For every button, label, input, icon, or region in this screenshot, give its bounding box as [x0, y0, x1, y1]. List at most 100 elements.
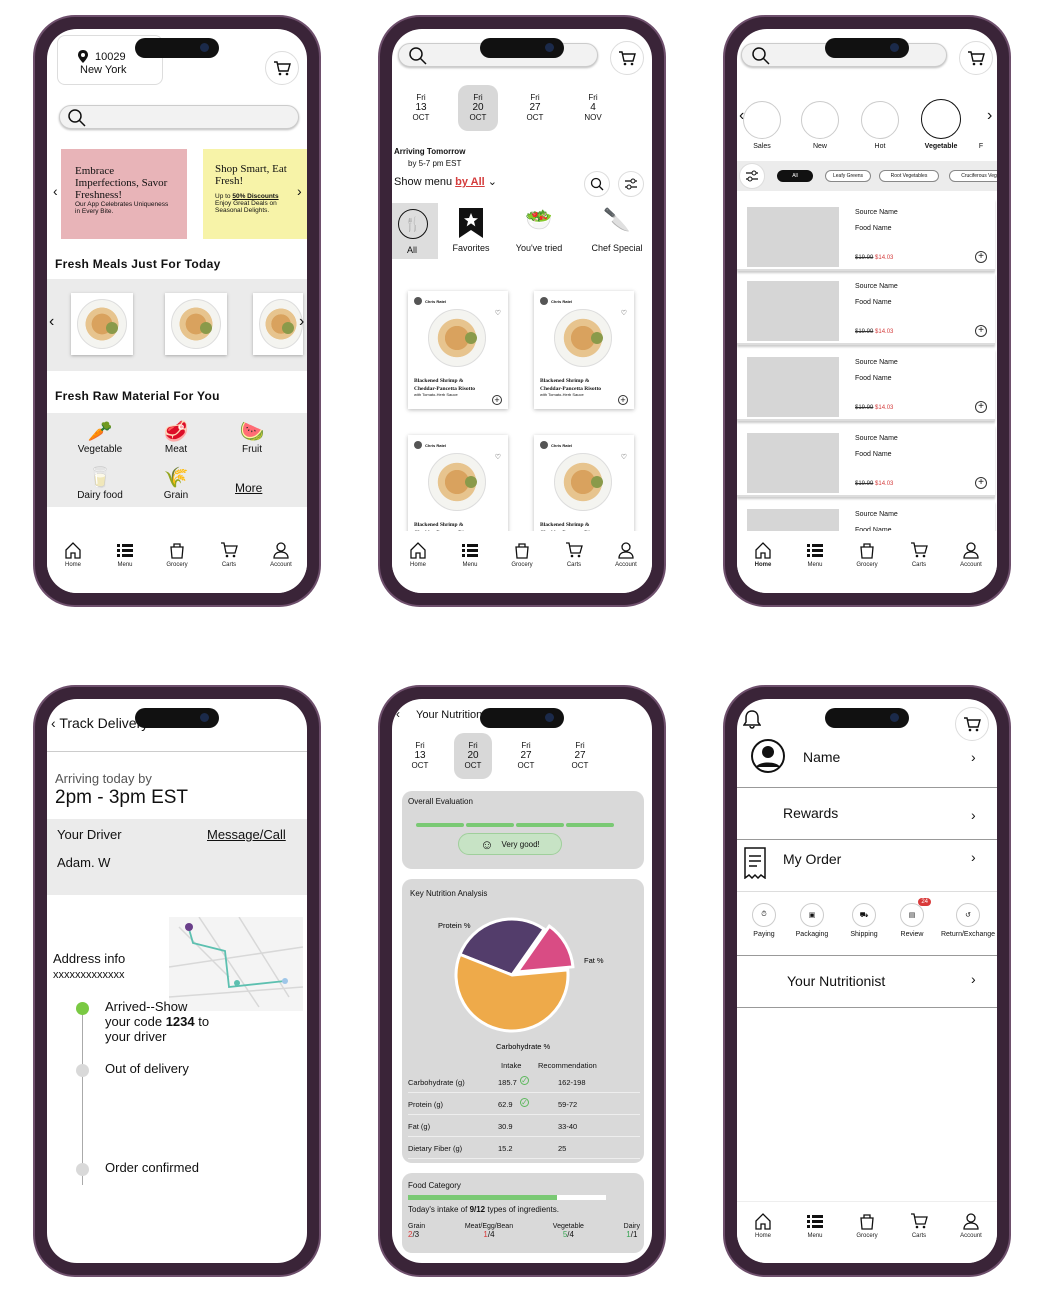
- nav-grocery[interactable]: Grocery: [845, 541, 889, 568]
- add-icon[interactable]: +: [975, 477, 987, 489]
- service-review[interactable]: ▤ 24 Review: [887, 898, 937, 938]
- date-option[interactable]: Fri 27 OCT: [554, 733, 606, 779]
- nutritionist-row[interactable]: Your Nutritionist ›: [737, 969, 997, 1005]
- meal-thumb[interactable]: [165, 293, 227, 355]
- date-option-selected[interactable]: Fri 20 OCT: [454, 733, 492, 779]
- nav-account[interactable]: Account: [949, 541, 993, 568]
- category-meat[interactable]: 🥩 Meat: [143, 419, 209, 455]
- meal-card[interactable]: Chris Ratel ♡ Blackened Shrimp &Cheddar-Pa…: [534, 291, 634, 409]
- filter-button[interactable]: [739, 163, 765, 189]
- search-input[interactable]: [59, 105, 299, 129]
- nav-grocery[interactable]: Grocery: [500, 541, 544, 568]
- nav-grocery[interactable]: Grocery: [845, 1212, 889, 1239]
- add-icon[interactable]: +: [492, 395, 502, 405]
- category-circle-hot[interactable]: [861, 101, 899, 139]
- category-circle-new[interactable]: [801, 101, 839, 139]
- heart-icon[interactable]: ♡: [495, 453, 501, 461]
- more-link[interactable]: More: [235, 481, 262, 495]
- back-button[interactable]: ‹ Track Delivery: [51, 715, 148, 731]
- heart-icon[interactable]: ♡: [495, 309, 501, 317]
- pickup-code: 1234: [165, 1014, 195, 1029]
- category-fruit[interactable]: 🍉 Fruit: [219, 419, 285, 455]
- chip-root-vegetables[interactable]: Root Vegetables: [879, 170, 939, 182]
- chevron-right-icon[interactable]: ›: [297, 183, 302, 199]
- nav-grocery[interactable]: Grocery: [155, 541, 199, 568]
- cart-button[interactable]: [955, 707, 989, 741]
- chip-cruciferous[interactable]: Cruciferous Veg: [949, 170, 997, 182]
- add-icon[interactable]: +: [618, 395, 628, 405]
- map-thumbnail[interactable]: [169, 917, 303, 1011]
- add-icon[interactable]: +: [975, 251, 987, 263]
- nav-home[interactable]: Home: [51, 541, 95, 568]
- message-call-link[interactable]: Message/Call: [207, 827, 286, 842]
- chevron-left-icon[interactable]: ‹: [53, 183, 58, 199]
- service-packaging[interactable]: ▣ Packaging: [787, 903, 837, 938]
- show-menu-filter[interactable]: Show menu by All ⌄: [394, 175, 497, 188]
- date-month: OCT: [469, 113, 487, 122]
- nav-carts[interactable]: Carts: [207, 541, 251, 568]
- chevron-right-icon[interactable]: ›: [987, 107, 992, 125]
- nav-menu[interactable]: Menu: [448, 541, 492, 568]
- service-return[interactable]: ↺ Return/Exchange: [937, 903, 997, 938]
- pie-label: Fat %: [584, 956, 604, 965]
- product-row[interactable]: Source Name Food Name $19.99 $14.03 +: [737, 349, 995, 421]
- my-order-row[interactable]: My Order ›: [737, 847, 997, 887]
- heart-icon[interactable]: ♡: [621, 309, 627, 317]
- product-row[interactable]: Source Name Food Name $19.99 $14.03 +: [737, 199, 995, 271]
- nav-carts[interactable]: Carts: [897, 541, 941, 568]
- nav-menu[interactable]: Menu: [103, 541, 147, 568]
- nav-home[interactable]: Home: [741, 541, 785, 568]
- profile-row[interactable]: Name ›: [737, 739, 997, 787]
- tab-all[interactable]: 🍴 All: [392, 203, 438, 259]
- date-option[interactable]: Fri 27 OCT: [498, 733, 554, 779]
- category-dairy[interactable]: 🥛 Dairy food: [67, 465, 133, 501]
- nav-menu[interactable]: Menu: [793, 541, 837, 568]
- date-option[interactable]: Fri 13 OCT: [392, 733, 448, 779]
- heart-icon[interactable]: ♡: [621, 453, 627, 461]
- meal-thumb[interactable]: [71, 293, 133, 355]
- service-shipping[interactable]: ⛟ Shipping: [839, 903, 889, 938]
- nav-home[interactable]: Home: [396, 541, 440, 568]
- nav-carts[interactable]: Carts: [897, 1212, 941, 1239]
- banner-card-1[interactable]: Embrace Imperfections, Savor Freshness! …: [61, 149, 187, 239]
- date-option-selected[interactable]: Fri 20 OCT: [458, 85, 498, 131]
- nav-account[interactable]: Account: [604, 541, 648, 568]
- bell-icon[interactable]: [743, 709, 761, 729]
- search-button[interactable]: [584, 171, 610, 197]
- rewards-row[interactable]: Rewards ›: [737, 803, 997, 839]
- date-option[interactable]: Fri 4 NOV: [564, 85, 622, 131]
- product-row[interactable]: Source Name Food Name $19.99 $14.03 +: [737, 273, 995, 345]
- chip-leafy-greens[interactable]: Leafy Greens: [825, 170, 871, 182]
- add-icon[interactable]: +: [975, 325, 987, 337]
- nav-label: Grocery: [166, 562, 188, 568]
- chevron-right-icon[interactable]: ›: [299, 313, 304, 331]
- cart-button[interactable]: [610, 41, 644, 75]
- category-vegetable[interactable]: 🥕 Vegetable: [67, 419, 133, 455]
- category-grain[interactable]: 🌾 Grain: [143, 465, 209, 501]
- meal-card[interactable]: Chris Ratel ♡ Blackened Shrimp &Cheddar-Pa…: [408, 291, 508, 409]
- filter-button[interactable]: [618, 171, 644, 197]
- banner-card-2[interactable]: Shop Smart, Eat Fresh! Up to 50% Discoun…: [203, 149, 307, 239]
- tab-favorites[interactable]: Favorites: [444, 207, 498, 253]
- service-paying[interactable]: ⏱ Paying: [739, 903, 789, 938]
- nav-carts[interactable]: Carts: [552, 541, 596, 568]
- category-circle-sales[interactable]: [743, 101, 781, 139]
- chevron-left-icon[interactable]: ‹: [49, 313, 54, 331]
- back-button[interactable]: ‹: [396, 707, 400, 721]
- add-icon[interactable]: +: [975, 401, 987, 413]
- cart-icon: [274, 61, 291, 76]
- nav-account[interactable]: Account: [949, 1212, 993, 1239]
- chip-all[interactable]: All: [777, 170, 813, 182]
- tab-tried[interactable]: 🥗 You've tried: [502, 207, 576, 253]
- nav-menu[interactable]: Menu: [793, 1212, 837, 1239]
- cart-button[interactable]: [265, 51, 299, 85]
- meal-thumb[interactable]: [253, 293, 303, 355]
- nav-home[interactable]: Home: [741, 1212, 785, 1239]
- cart-button[interactable]: [959, 41, 993, 75]
- tab-chef-special[interactable]: 🔪 Chef Special: [582, 207, 652, 253]
- date-option[interactable]: Fri 27 OCT: [506, 85, 564, 131]
- nav-account[interactable]: Account: [259, 541, 303, 568]
- date-option[interactable]: Fri 13 OCT: [392, 85, 450, 131]
- product-row[interactable]: Source Name Food Name $19.99 $14.03 +: [737, 425, 995, 497]
- category-circle-vegetable[interactable]: [921, 99, 961, 139]
